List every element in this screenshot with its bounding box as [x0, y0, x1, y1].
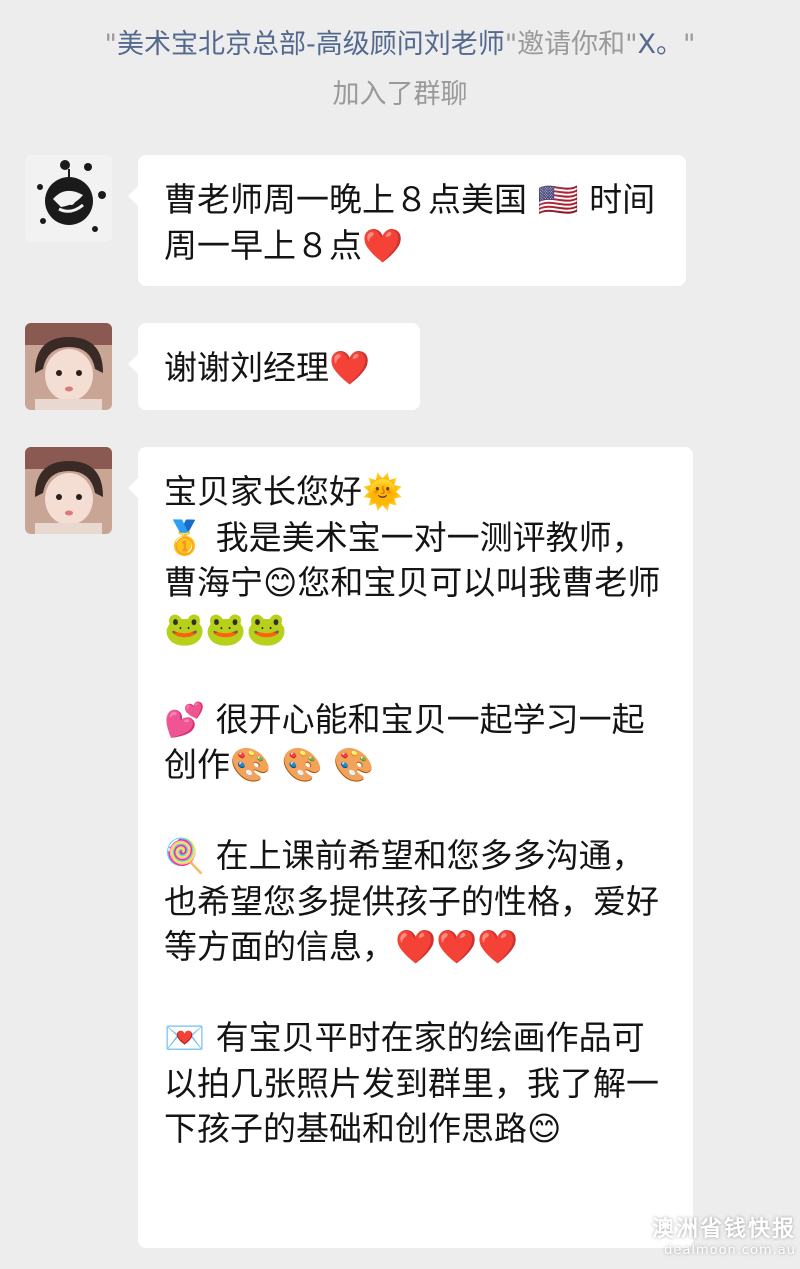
invitee-name[interactable]: X。	[638, 29, 684, 60]
message-bubble[interactable]: 曹老师周一晚上８点美国 🇺🇸 时间周一早上８点❤️	[128, 155, 686, 286]
message-bubble[interactable]: 宝贝家长您好🌞 🥇 我是美术宝一对一测评教师，曹海宁😊您和宝贝可以叫我曹老师🐸🐸…	[128, 447, 693, 1248]
message-bubble[interactable]: 谢谢刘经理❤️	[128, 323, 420, 410]
quote-mark: "	[683, 29, 696, 60]
child-photo-avatar-icon[interactable]	[25, 447, 112, 534]
watermark-en: dealmoon.com.au	[664, 1243, 796, 1258]
group-join-notice: "美术宝北京总部-高级顾问刘老师"邀请你和"X。" 加入了群聊	[0, 20, 800, 120]
site-watermark: 澳洲省钱快报 dealmoon.com.au	[652, 1217, 796, 1259]
child-photo-avatar-icon[interactable]	[25, 323, 112, 410]
ink-illustration-avatar-icon[interactable]	[25, 155, 112, 242]
inviter-name[interactable]: 美术宝北京总部-高级顾问刘老师	[117, 29, 505, 60]
notice-invite-text: "邀请你和"	[504, 29, 638, 60]
notice-line-2: 加入了群聊	[332, 79, 468, 110]
notice-line-1: "美术宝北京总部-高级顾问刘老师"邀请你和"X。"	[105, 29, 696, 60]
watermark-cn: 澳洲省钱快报	[651, 1217, 796, 1242]
quote-mark: "	[104, 29, 117, 60]
